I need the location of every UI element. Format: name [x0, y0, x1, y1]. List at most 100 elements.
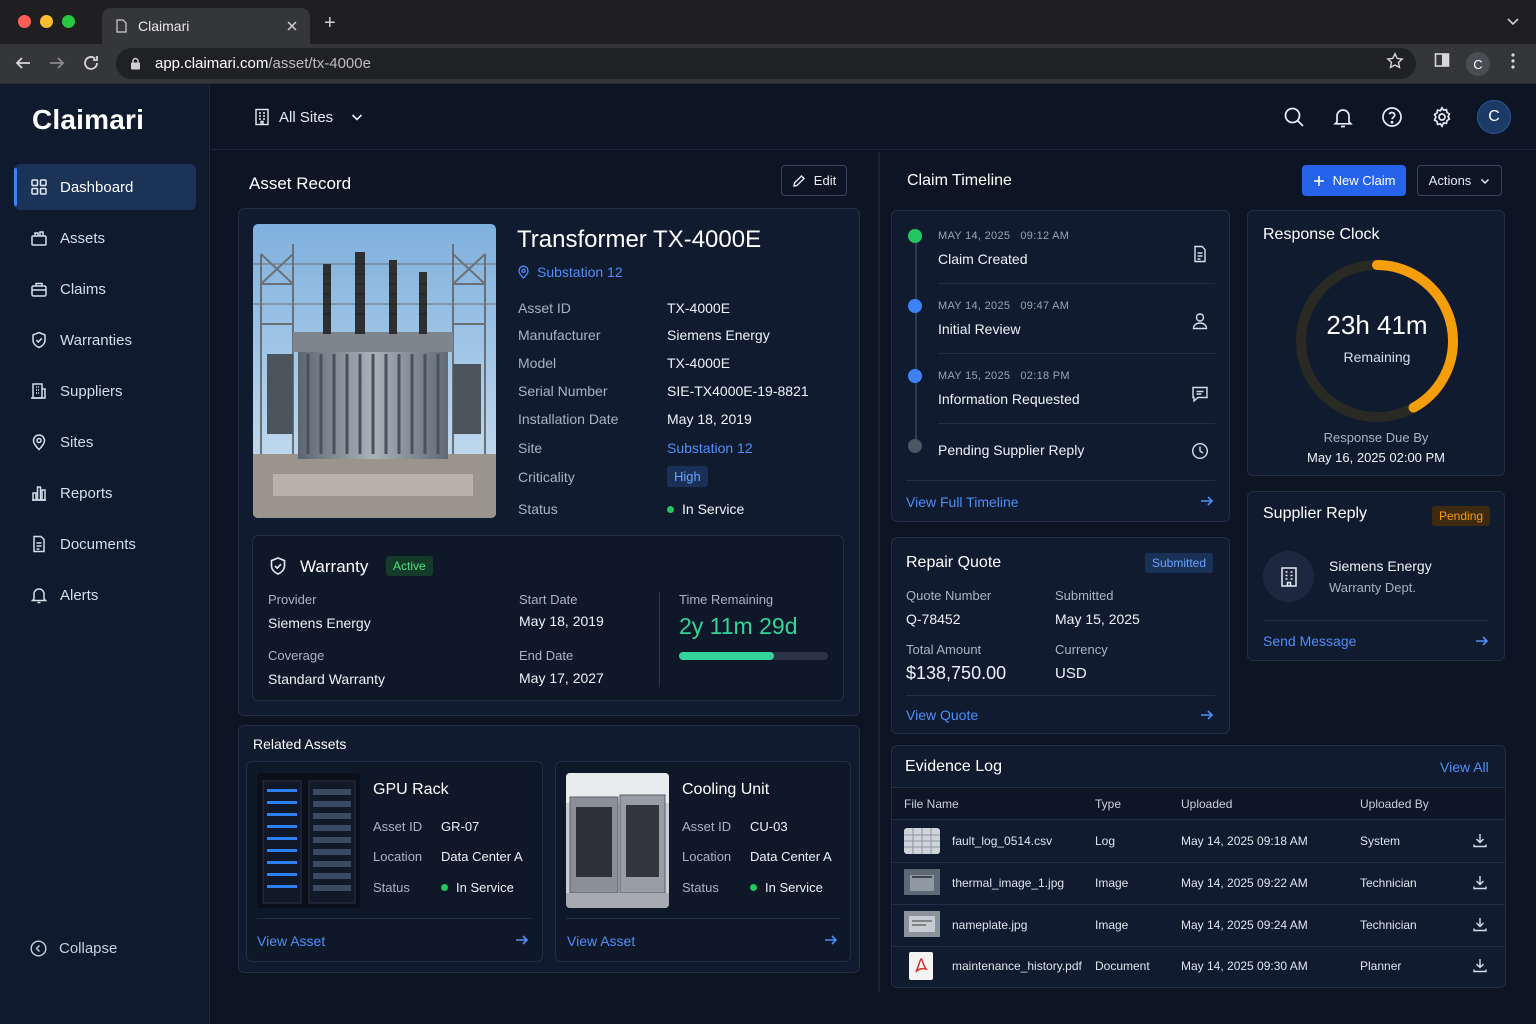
- bookmark-star-icon[interactable]: [1386, 52, 1404, 70]
- maximize-window-button[interactable]: [62, 15, 75, 28]
- status-dot: [750, 884, 757, 892]
- tab-menu-chevron-icon[interactable]: [1506, 14, 1520, 28]
- url-path: /asset/tx-4000e: [268, 55, 371, 72]
- end-date-label: End Date: [519, 648, 574, 663]
- new-claim-button[interactable]: New Claim: [1302, 165, 1406, 196]
- file-name[interactable]: nameplate.jpg: [952, 918, 1027, 932]
- asset-location-link[interactable]: Substation 12: [517, 264, 623, 280]
- pdf-icon: [909, 952, 933, 980]
- sidebar-item-claims[interactable]: Claims: [14, 266, 196, 312]
- transformer-photo: [253, 224, 496, 518]
- download-icon[interactable]: [1472, 916, 1488, 932]
- message-icon[interactable]: [1191, 385, 1209, 403]
- supplier-reply-title: Supplier Reply: [1263, 505, 1368, 522]
- top-bar: All Sites C: [211, 84, 1536, 150]
- reload-icon[interactable]: [82, 54, 100, 72]
- card-divider: [1263, 620, 1489, 621]
- start-date-value: May 18, 2019: [519, 613, 604, 629]
- settings-gear-icon[interactable]: [1431, 106, 1453, 128]
- site-selector[interactable]: All Sites: [253, 108, 371, 126]
- side-panel-icon[interactable]: [1434, 52, 1450, 68]
- forward-arrow-icon[interactable]: [48, 54, 66, 72]
- view-all-evidence-link[interactable]: View All: [1440, 759, 1489, 775]
- file-name[interactable]: maintenance_history.pdf: [952, 959, 1082, 973]
- sidebar-item-assets[interactable]: Assets: [14, 215, 196, 261]
- sidebar-item-reports[interactable]: Reports: [14, 470, 196, 516]
- timeline-dot-complete: [908, 229, 922, 243]
- document-icon[interactable]: [1191, 245, 1209, 263]
- address-bar[interactable]: app.claimari.com/asset/tx-4000e: [116, 48, 1416, 79]
- column-header-type[interactable]: Type: [1095, 797, 1121, 811]
- collapse-sidebar-button[interactable]: Collapse: [30, 940, 117, 957]
- app-logo[interactable]: Claimari: [32, 104, 144, 136]
- sidebar-item-alerts[interactable]: Alerts: [14, 572, 196, 618]
- edit-label: Edit: [813, 173, 837, 188]
- clock-icon[interactable]: [1191, 442, 1209, 460]
- submitted-value: May 15, 2025: [1055, 611, 1140, 627]
- new-claim-label: New Claim: [1332, 173, 1396, 188]
- arrow-right-icon[interactable]: [1200, 708, 1214, 722]
- sidebar-item-label: Warranties: [60, 331, 132, 349]
- status-dot: [667, 505, 674, 513]
- sidebar-item-sites[interactable]: Sites: [14, 419, 196, 465]
- file-name[interactable]: fault_log_0514.csv: [952, 834, 1052, 848]
- column-header-uploaded-by[interactable]: Uploaded By: [1360, 797, 1429, 811]
- close-window-button[interactable]: [18, 15, 31, 28]
- close-tab-icon[interactable]: [286, 20, 298, 32]
- send-message-link[interactable]: Send Message: [1263, 633, 1356, 649]
- view-asset-link-gpu-rack[interactable]: View Asset: [257, 933, 325, 949]
- back-arrow-icon[interactable]: [14, 54, 32, 72]
- user-avatar[interactable]: C: [1477, 100, 1511, 134]
- sidebar-item-documents[interactable]: Documents: [14, 521, 196, 567]
- collapse-arrow-icon: [30, 940, 59, 957]
- sidebar-item-label: Alerts: [60, 586, 99, 604]
- download-icon[interactable]: [1472, 957, 1488, 973]
- quote-number-value: Q-78452: [906, 611, 961, 627]
- browser-tab[interactable]: Claimari: [102, 8, 310, 44]
- uploaded-by: System: [1360, 834, 1401, 848]
- browser-profile-avatar[interactable]: C: [1466, 52, 1490, 76]
- column-header-file-name[interactable]: File Name: [904, 797, 959, 811]
- download-icon[interactable]: [1472, 874, 1488, 890]
- arrow-right-icon[interactable]: [515, 933, 529, 947]
- minimize-window-button[interactable]: [40, 15, 53, 28]
- file-type: Image: [1095, 876, 1129, 890]
- column-header-uploaded[interactable]: Uploaded: [1181, 797, 1232, 811]
- timeline-dot-pending: [908, 439, 922, 453]
- gpu-rack-photo: [257, 773, 360, 908]
- response-clock-title: Response Clock: [1263, 226, 1380, 243]
- edit-button[interactable]: Edit: [781, 165, 847, 196]
- search-icon[interactable]: [1283, 106, 1305, 128]
- notifications-bell-icon[interactable]: [1332, 106, 1354, 128]
- response-due-value: May 16, 2025 02:00 PM: [1306, 450, 1446, 465]
- related-asset-status-value: In Service: [441, 880, 514, 895]
- building-icon: [253, 108, 279, 126]
- warranty-progress-track: [679, 652, 828, 660]
- timeline-divider: [938, 353, 1215, 354]
- sidebar-item-suppliers[interactable]: Suppliers: [14, 368, 196, 414]
- related-asset-name: GPU Rack: [373, 781, 449, 798]
- file-name[interactable]: thermal_image_1.jpg: [952, 876, 1064, 890]
- sidebar-item-warranties[interactable]: Warranties: [14, 317, 196, 363]
- help-icon[interactable]: [1381, 106, 1403, 128]
- arrow-right-icon[interactable]: [824, 933, 838, 947]
- sidebar-item-dashboard[interactable]: Dashboard: [14, 164, 196, 210]
- view-quote-link[interactable]: View Quote: [906, 707, 978, 723]
- arrow-right-icon[interactable]: [1200, 494, 1214, 508]
- view-full-timeline-link[interactable]: View Full Timeline: [906, 494, 1019, 510]
- actions-dropdown[interactable]: Actions: [1417, 165, 1502, 196]
- site-selector-label: All Sites: [279, 108, 334, 126]
- window-controls: [18, 15, 75, 28]
- evidence-log-title: Evidence Log: [905, 758, 1002, 775]
- related-asset-location-label: Location: [682, 849, 732, 864]
- view-asset-link-cooling-unit[interactable]: View Asset: [567, 933, 635, 949]
- pencil-icon: [792, 174, 806, 188]
- timeline-event-title: Pending Supplier Reply: [938, 442, 1085, 458]
- claim-timeline-title: Claim Timeline: [907, 172, 1012, 189]
- browser-menu-icon[interactable]: [1506, 52, 1520, 70]
- arrow-right-icon[interactable]: [1475, 634, 1489, 648]
- user-icon[interactable]: [1191, 312, 1209, 330]
- new-tab-button[interactable]: +: [324, 12, 336, 35]
- site-link[interactable]: Substation 12: [667, 440, 753, 456]
- download-icon[interactable]: [1472, 832, 1488, 848]
